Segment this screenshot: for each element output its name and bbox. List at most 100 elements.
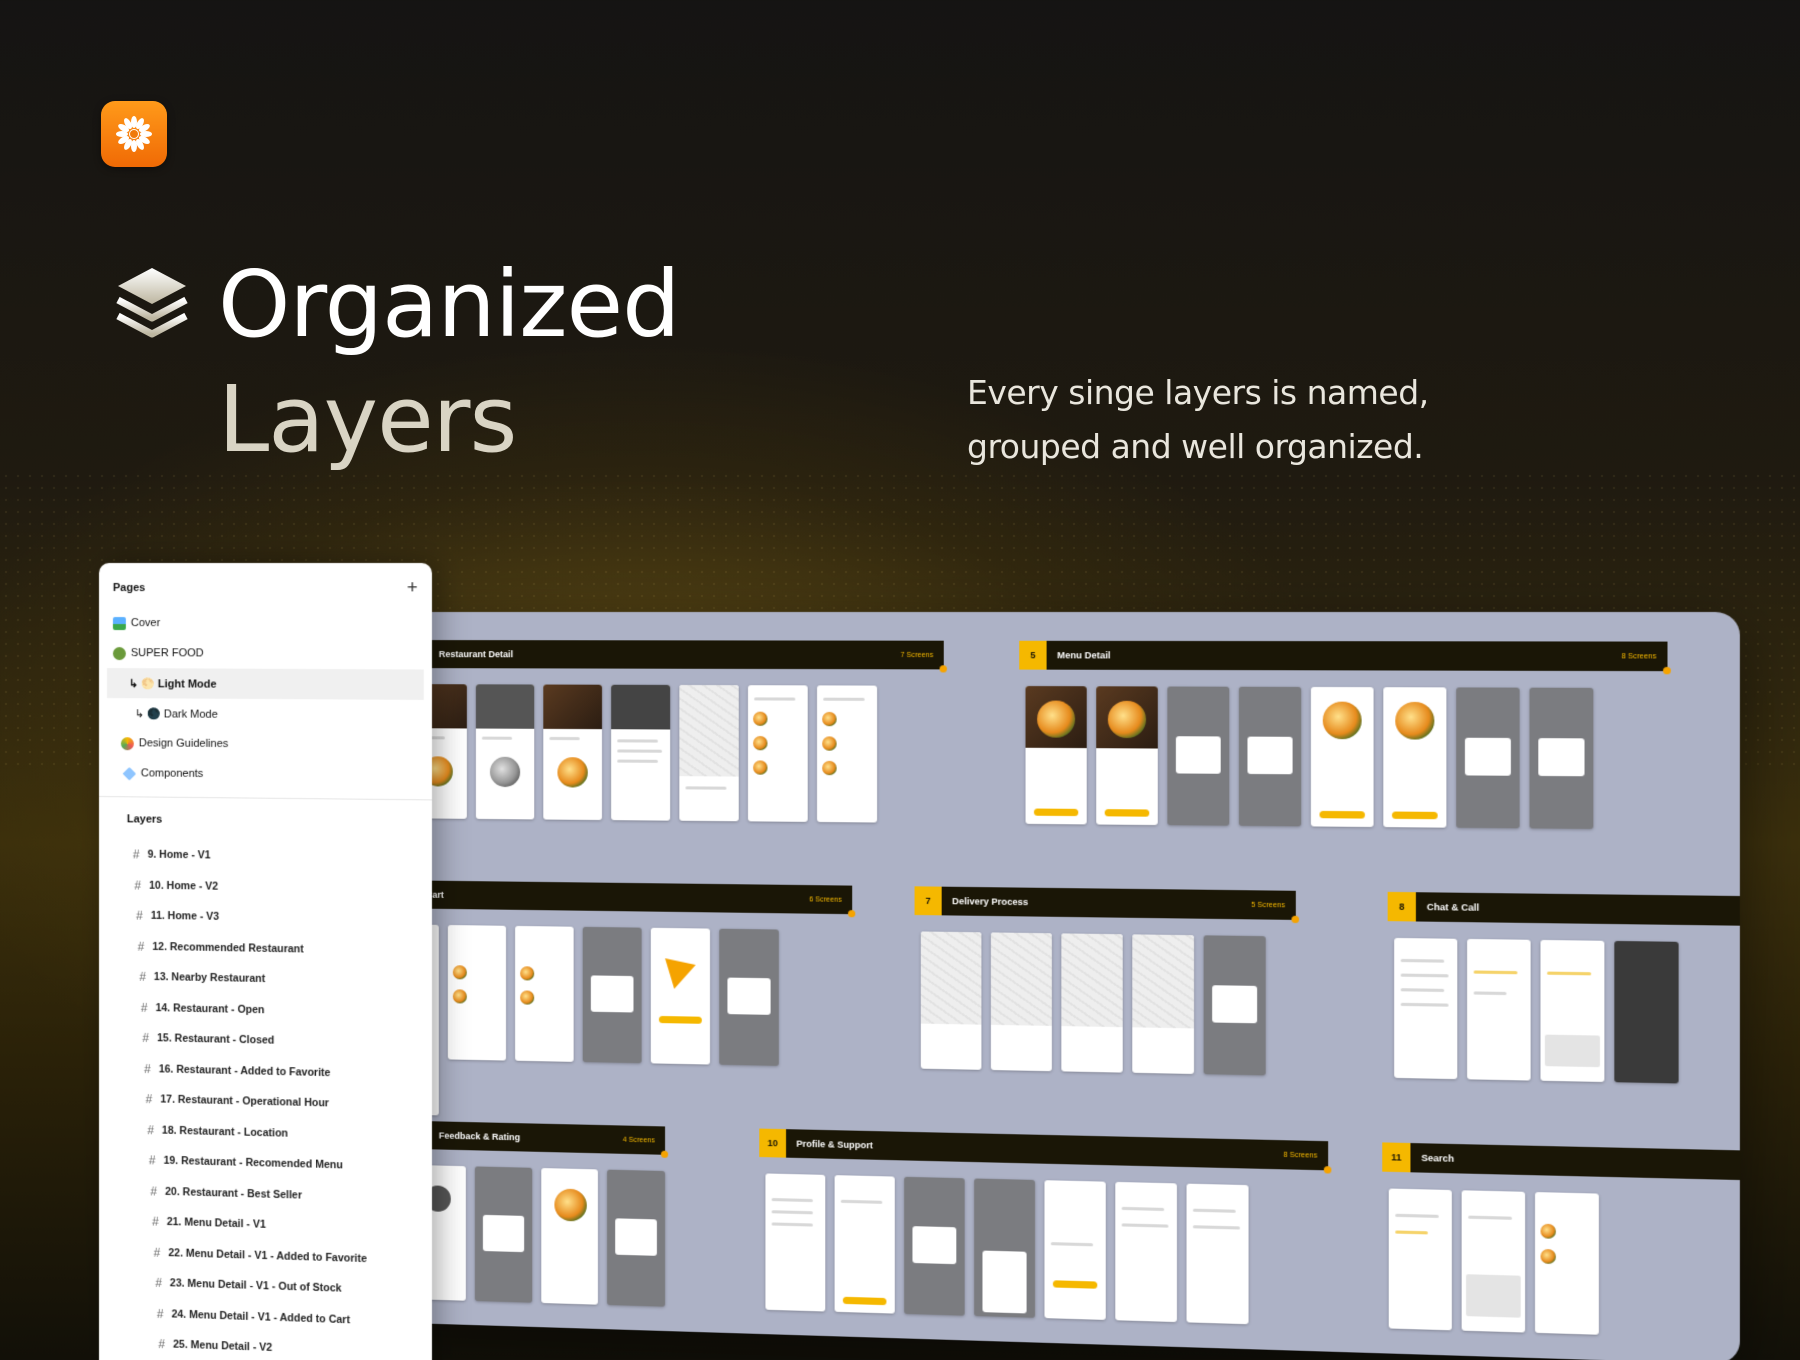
layers-panel: Pages + Cover SUPER FOOD ↳ 🌕 Light Mode …: [99, 563, 432, 1360]
screen-thumbnail[interactable]: [582, 926, 642, 1064]
screen-thumbnail[interactable]: [540, 1168, 599, 1305]
page-item-light-mode[interactable]: ↳ 🌕 Light Mode: [106, 668, 424, 700]
screen-thumbnail[interactable]: [1388, 1188, 1452, 1331]
layer-label: 20. Restaurant - Best Seller: [165, 1185, 302, 1202]
screen-thumbnail[interactable]: [1167, 686, 1230, 826]
page-item-super-food[interactable]: SUPER FOOD: [99, 638, 432, 670]
screen-thumbnail[interactable]: [1310, 686, 1374, 828]
screen-thumbnail[interactable]: [1115, 1181, 1177, 1323]
app-logo: [101, 101, 167, 167]
screen-thumbnail[interactable]: [611, 684, 671, 821]
add-page-icon[interactable]: +: [407, 577, 418, 598]
screen-thumbnail[interactable]: [474, 1166, 532, 1303]
layer-label: 25. Menu Detail - V2: [173, 1338, 273, 1355]
section-count: 8 Screens: [1621, 652, 1657, 661]
section-count: 6 Screens: [809, 895, 842, 904]
screen-thumbnail[interactable]: [475, 684, 535, 820]
section-number: 11: [1382, 1142, 1411, 1173]
layer-label: 18. Restaurant - Location: [161, 1124, 289, 1140]
screen-thumbnail[interactable]: [1096, 686, 1158, 826]
screen-thumbnail[interactable]: [607, 1169, 666, 1307]
screen-thumbnail[interactable]: [1203, 935, 1266, 1076]
section-profile-support: 10 Profile & Support 8 Screens: [759, 1128, 1332, 1327]
layer-item[interactable]: #10. Home - V2: [99, 870, 432, 905]
page-item-cover[interactable]: Cover: [99, 608, 432, 639]
layer-label: 23. Menu Detail - V1 - Out of Stock: [169, 1277, 342, 1295]
screen-thumbnail[interactable]: [1534, 1192, 1599, 1335]
screen-thumbnail[interactable]: [447, 924, 507, 1061]
screen-thumbnail[interactable]: [747, 685, 808, 822]
frame-icon: #: [158, 1337, 166, 1352]
screen-thumbnail[interactable]: [765, 1173, 826, 1312]
screen-thumbnail[interactable]: [1394, 937, 1458, 1080]
section-number: 10: [759, 1128, 787, 1158]
screen-thumbnail[interactable]: [1456, 687, 1520, 829]
section-restaurant-detail: 4Restaurant Detail7 Screens: [402, 640, 947, 823]
screen-thumbnail[interactable]: [904, 1176, 965, 1316]
screen-thumbnail[interactable]: [1383, 687, 1447, 828]
frame-icon: #: [153, 1245, 161, 1260]
layer-label: 21. Menu Detail - V1: [166, 1216, 266, 1232]
tagline: Every singe layers is named, grouped and…: [967, 373, 1429, 466]
frame-icon: #: [145, 1092, 153, 1107]
screen-thumbnail[interactable]: [1467, 938, 1531, 1081]
page-item-components[interactable]: Components: [99, 758, 432, 791]
section-title: Profile & Support: [796, 1138, 873, 1151]
section-count: 5 Screens: [1251, 901, 1286, 909]
section-count: 4 Screens: [622, 1136, 655, 1144]
sun-flower-icon: [116, 116, 152, 152]
layer-label: 19. Restaurant - Recomended Menu: [163, 1154, 343, 1172]
frame-icon: #: [139, 969, 146, 985]
screen-thumbnail[interactable]: [920, 931, 982, 1070]
section-number: 8: [1387, 891, 1416, 922]
screen-thumbnail[interactable]: [515, 925, 574, 1062]
screen-thumbnail[interactable]: [974, 1178, 1036, 1318]
headline-line-1: Organized: [218, 251, 681, 358]
section-delivery-process: 7 Delivery Process 5 Screens: [914, 886, 1300, 1076]
frame-icon: #: [148, 1153, 156, 1168]
screen-thumbnail[interactable]: [990, 932, 1052, 1072]
frame-icon: #: [144, 1061, 151, 1076]
section-my-cart: 6My Cart6 Screens: [375, 880, 856, 1124]
screen-thumbnail[interactable]: [1614, 940, 1679, 1084]
screen-thumbnail[interactable]: [1025, 686, 1087, 825]
section-search: 11 Search: [1382, 1142, 1740, 1339]
section-count: 8 Screens: [1283, 1151, 1318, 1160]
section-chat-call: 8 Chat & Call: [1387, 891, 1740, 1085]
screen-thumbnail[interactable]: [1061, 933, 1123, 1073]
frame-icon: #: [132, 847, 140, 862]
screen-thumbnail[interactable]: [1132, 934, 1195, 1074]
page-item-design-guidelines[interactable]: Design Guidelines: [99, 728, 432, 761]
layer-label: 9. Home - V1: [147, 848, 211, 862]
screen-thumbnail[interactable]: [543, 684, 602, 821]
layers-icon: [116, 268, 188, 338]
page-item-dark-mode[interactable]: ↳ 🌑 Dark Mode: [99, 698, 432, 730]
layer-label: 12. Recommended Restaurant: [152, 940, 304, 956]
layer-item[interactable]: #9. Home - V1: [99, 839, 432, 874]
section-title: Chat & Call: [1426, 901, 1480, 913]
layer-label: 22. Menu Detail - V1 - Added to Favorite: [168, 1246, 367, 1265]
screen-thumbnail[interactable]: [650, 927, 711, 1065]
screen-thumbnail[interactable]: [1186, 1183, 1249, 1325]
design-canvas[interactable]: 4Restaurant Detail7 Screens 5Menu Detail…: [375, 612, 1740, 1360]
frame-icon: #: [155, 1276, 162, 1291]
section-title: Search: [1421, 1152, 1455, 1164]
screen-thumbnail[interactable]: [834, 1175, 895, 1314]
screen-thumbnail[interactable]: [1529, 687, 1594, 829]
section-count: 7 Screens: [900, 651, 934, 659]
picture-icon: [112, 616, 126, 630]
screen-thumbnail[interactable]: [1238, 686, 1302, 827]
layer-list: #9. Home - V1 #10. Home - V2 #11. Home - V…: [99, 839, 432, 1360]
layer-label: 15. Restaurant - Closed: [157, 1032, 275, 1047]
screen-thumbnail[interactable]: [1044, 1180, 1106, 1320]
layer-label: 17. Restaurant - Operational Hour: [160, 1093, 329, 1110]
screen-thumbnail[interactable]: [719, 928, 779, 1066]
screen-thumbnail[interactable]: [679, 684, 739, 822]
layer-label: 10. Home - V2: [149, 879, 219, 893]
screen-thumbnail[interactable]: [1540, 939, 1605, 1083]
layer-label: 11. Home - V3: [150, 910, 220, 924]
screen-thumbnail[interactable]: [1461, 1190, 1526, 1333]
section-title: Feedback & Rating: [438, 1130, 521, 1143]
pages-heading: Pages: [112, 581, 146, 594]
screen-thumbnail[interactable]: [817, 685, 878, 823]
